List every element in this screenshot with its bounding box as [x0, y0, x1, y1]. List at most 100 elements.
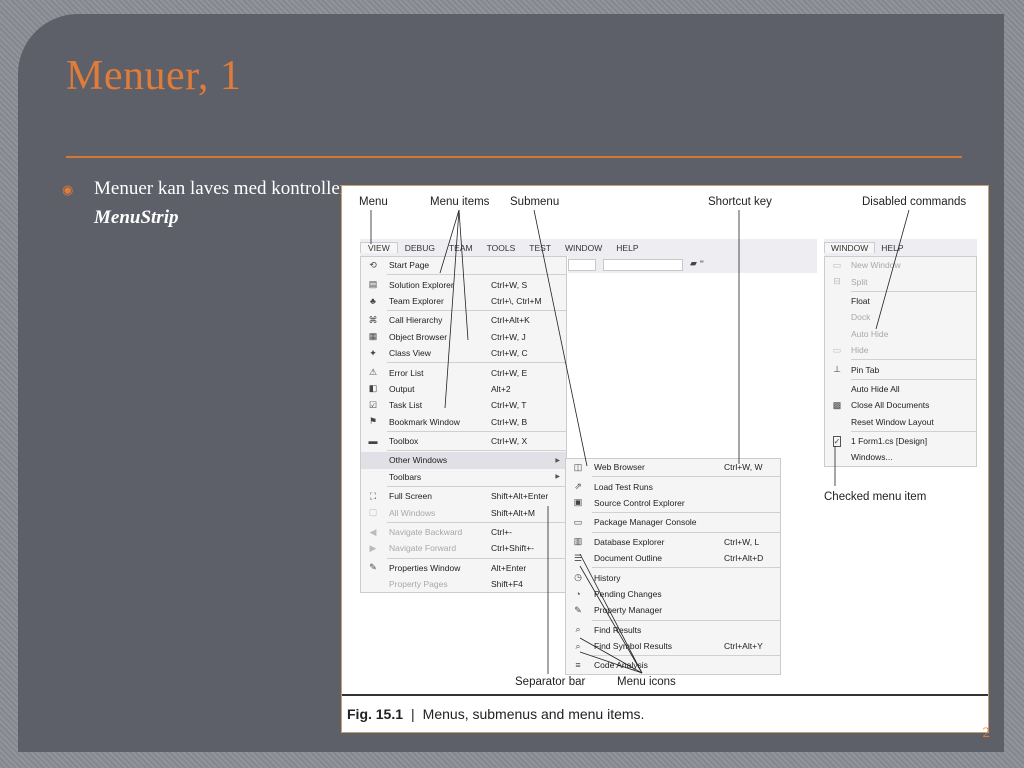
menu-item-1-form1-cs-design[interactable]: ✓ 1 Form1.cs [Design]	[825, 433, 976, 449]
menu-item-label: Team Explorer	[389, 295, 444, 306]
toolbar-combo-1[interactable]	[568, 259, 596, 271]
menu-item-label: Toolbars	[389, 471, 422, 482]
menu-item-shortcut: Shift+Alt+Enter	[491, 491, 549, 502]
menu-item-label: Class View	[389, 348, 431, 359]
menu-window-2[interactable]: WINDOW	[824, 242, 876, 253]
navigate-forward-icon: ▶	[369, 542, 377, 553]
callout-checked-menu-item: Checked menu item	[824, 491, 927, 503]
menu-separator	[387, 450, 566, 452]
menu-item-label: All Windows	[389, 507, 436, 518]
menu-item-windows[interactable]: Windows...	[825, 449, 976, 465]
submenu-arrow-icon: ▶	[555, 457, 560, 464]
menu-item-label: Web Browser	[594, 462, 645, 473]
pin-icon: ⊥	[833, 364, 841, 375]
class-view-icon: ✦	[369, 347, 377, 358]
menu-item-toolbox[interactable]: ▬ Toolbox Ctrl+W, X	[361, 433, 566, 449]
menu-item-label: Property Pages	[389, 579, 448, 590]
menu-item-label: Find Symbol Results	[594, 641, 672, 652]
menu-tools[interactable]: TOOLS	[480, 243, 523, 253]
menu-item-error-list[interactable]: ⚠ Error List Ctrl+W, E	[361, 364, 566, 380]
menu-window[interactable]: WINDOW	[558, 243, 609, 253]
menu-item-label: Close All Documents	[851, 400, 930, 411]
callout-menu: Menu	[359, 196, 388, 208]
menu-item-navigate-backward: ◀ Navigate Backward Ctrl+-	[361, 524, 566, 540]
menu-separator	[387, 557, 566, 559]
menu-item-label: Properties Window	[389, 562, 461, 573]
output-icon: ◧	[368, 383, 378, 394]
menu-item-property-manager[interactable]: ✎ Property Manager	[566, 602, 780, 618]
object-browser-icon: ▦	[368, 331, 378, 342]
menu-item-label: Pending Changes	[594, 588, 662, 599]
menu-item-pending-changes[interactable]: ◔ Pending Changes	[566, 586, 780, 602]
menu-test[interactable]: TEST	[522, 243, 558, 253]
menu-separator	[592, 655, 780, 657]
menu-item-load-test-runs[interactable]: ⇗ Load Test Runs	[566, 478, 780, 494]
callout-menu-icons: Menu icons	[617, 676, 676, 688]
menu-item-object-browser[interactable]: ▦ Object Browser Ctrl+W, J	[361, 329, 566, 345]
callout-shortcut-key: Shortcut key	[708, 196, 772, 208]
menu-item-package-manager-console[interactable]: ▭ Package Manager Console	[566, 514, 780, 530]
menu-item-shortcut: Ctrl+Alt+D	[724, 553, 764, 564]
bullet-text: Menuer kan laves med kontrollen MenuStri…	[94, 174, 354, 232]
menu-item-web-browser[interactable]: ◫ Web Browser Ctrl+W, W	[566, 459, 780, 475]
menu-item-call-hierarchy[interactable]: ⌘ Call Hierarchy Ctrl+Alt+K	[361, 312, 566, 328]
toolbar-icon[interactable]: ▰ ⁼	[690, 258, 704, 269]
menu-item-bookmark-window[interactable]: ⚑ Bookmark Window Ctrl+W, B	[361, 414, 566, 430]
team-explorer-icon: ♣	[370, 295, 376, 306]
menu-item-label: Property Manager	[594, 605, 663, 616]
window-menu-bar: WINDOW HELP	[824, 239, 977, 256]
toolbox-icon: ▬	[368, 436, 378, 447]
menu-item-properties-window[interactable]: ✎ Properties Window Alt+Enter	[361, 560, 566, 576]
menu-item-toolbars[interactable]: Toolbars ▶	[361, 469, 566, 485]
menu-item-label: Output	[389, 383, 415, 394]
split-icon: ⊟	[833, 276, 841, 287]
menu-item-label: New Window	[851, 260, 901, 271]
menu-item-team-explorer[interactable]: ♣ Team Explorer Ctrl+\, Ctrl+M	[361, 293, 566, 309]
menu-item-shortcut: Shift+Alt+M	[491, 507, 535, 518]
bullet-icon: ◉	[62, 182, 74, 197]
menu-item-document-outline[interactable]: ☰ Document Outline Ctrl+Alt+D	[566, 550, 780, 566]
menu-item-label: Find Results	[594, 624, 642, 635]
menu-item-start-page[interactable]: ⟲ Start Page	[361, 257, 566, 273]
menu-item-source-control-explorer[interactable]: ▣ Source Control Explorer	[566, 495, 780, 511]
menu-item-output[interactable]: ◧ Output Alt+2	[361, 381, 566, 397]
menu-team[interactable]: TEAM	[442, 243, 480, 253]
menu-item-pin-tab[interactable]: ⊥ Pin Tab	[825, 361, 976, 377]
menu-item-label: Task List	[389, 400, 423, 411]
menu-item-float[interactable]: Float	[825, 293, 976, 309]
menu-item-other-windows[interactable]: Other Windows ▶	[361, 452, 566, 469]
menu-item-class-view[interactable]: ✦ Class View Ctrl+W, C	[361, 345, 566, 361]
menu-item-label: Split	[851, 276, 868, 287]
menu-item-find-results[interactable]: ⌕ Find Results	[566, 622, 780, 638]
navigate-backward-icon: ◀	[369, 526, 377, 537]
menu-help[interactable]: HELP	[609, 243, 645, 253]
toolbar-combo-2[interactable]	[603, 259, 683, 271]
menu-item-database-explorer[interactable]: ▥ Database Explorer Ctrl+W, L	[566, 534, 780, 550]
menu-separator	[387, 486, 566, 488]
menu-item-full-screen[interactable]: ⛶ Full Screen Shift+Alt+Enter	[361, 488, 566, 504]
menu-item-shortcut: Alt+Enter	[491, 562, 527, 573]
menu-view[interactable]: VIEW	[360, 242, 398, 253]
menu-item-task-list[interactable]: ☑ Task List Ctrl+W, T	[361, 397, 566, 413]
menu-help-2[interactable]: HELP	[875, 243, 909, 253]
menu-separator	[387, 362, 566, 364]
menu-item-history[interactable]: ◷ History	[566, 569, 780, 585]
menu-item-label: Call Hierarchy	[389, 315, 443, 326]
menu-item-close-all-documents[interactable]: ▩ Close All Documents	[825, 397, 976, 413]
menu-item-code-analysis[interactable]: ≡ Code Analysis	[566, 657, 780, 673]
menu-item-all-windows: ▢ All Windows Shift+Alt+M	[361, 504, 566, 520]
menu-item-label: Start Page	[389, 260, 430, 271]
menu-item-label: History	[594, 572, 621, 583]
menu-item-solution-explorer[interactable]: ▤ Solution Explorer Ctrl+W, S	[361, 276, 566, 292]
menu-separator	[387, 274, 566, 276]
call-hierarchy-icon: ⌘	[368, 314, 378, 325]
menu-debug[interactable]: DEBUG	[398, 243, 442, 253]
solution-explorer-icon: ▤	[368, 279, 378, 290]
code-analysis-icon: ≡	[575, 660, 581, 671]
menu-separator	[592, 619, 780, 621]
menu-item-reset-window-layout[interactable]: Reset Window Layout	[825, 414, 976, 430]
callout-submenu: Submenu	[510, 196, 560, 208]
menu-item-auto-hide-all[interactable]: Auto Hide All	[825, 381, 976, 397]
menu-item-find-symbol-results[interactable]: ⌕ Find Symbol Results Ctrl+Alt+Y	[566, 638, 780, 654]
menu-item-label: Code Analysis	[594, 660, 648, 671]
